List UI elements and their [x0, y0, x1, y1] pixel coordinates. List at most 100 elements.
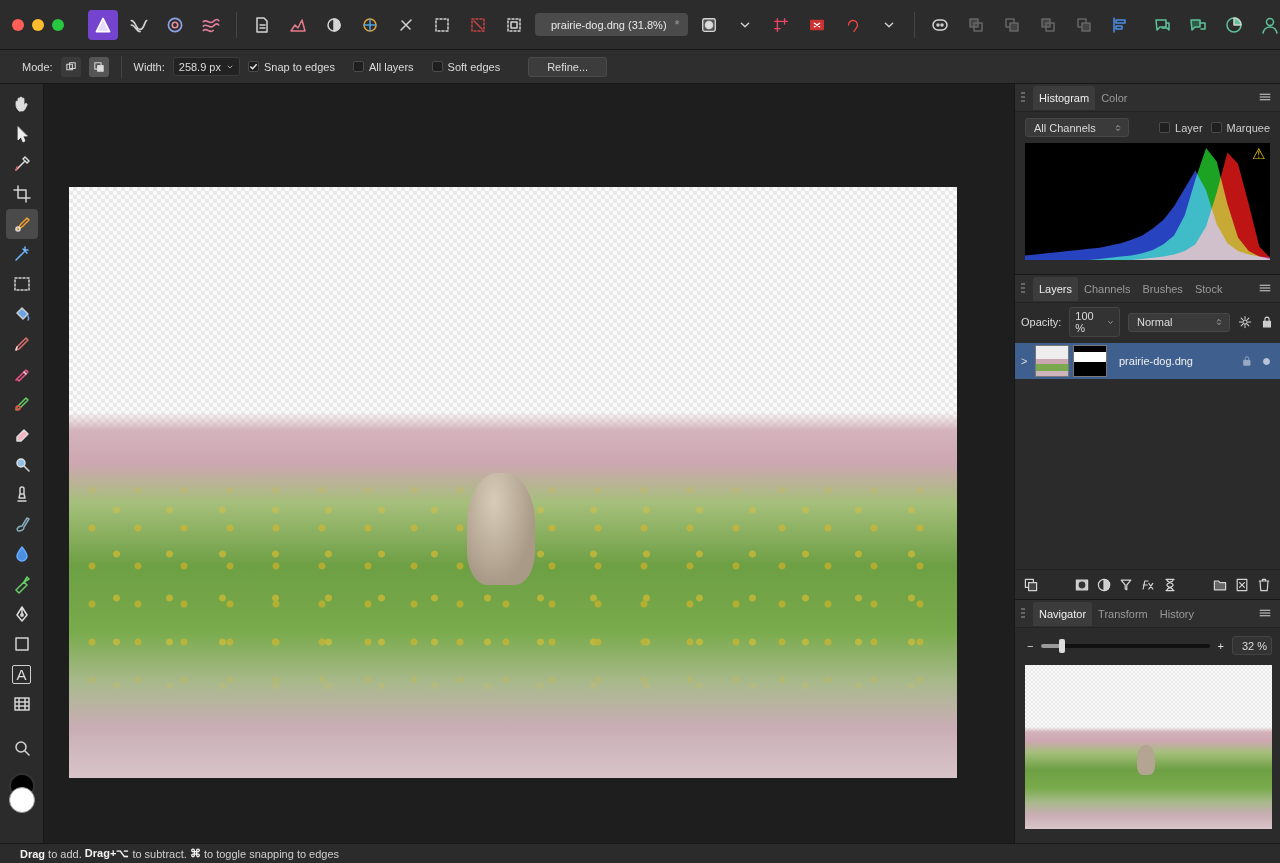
- tab-label[interactable]: Navigator: [1039, 608, 1086, 620]
- move-tool[interactable]: [6, 119, 38, 149]
- panel-tab[interactable]: Brushes: [1137, 277, 1189, 301]
- mesh-warp-tool[interactable]: [6, 689, 38, 719]
- view-mode-button[interactable]: [802, 10, 832, 40]
- checkbox[interactable]: [1159, 122, 1170, 133]
- canvas-area[interactable]: [44, 84, 1014, 843]
- dropdown-button[interactable]: [730, 10, 760, 40]
- option[interactable]: Snap to edges: [248, 61, 335, 73]
- photo-persona-button[interactable]: [88, 10, 118, 40]
- pen-tool[interactable]: [6, 599, 38, 629]
- quick-mask-button[interactable]: [694, 10, 724, 40]
- width-field[interactable]: 258.9 px: [173, 57, 240, 76]
- channel-dropdown[interactable]: All Channels: [1025, 118, 1129, 137]
- crop-tool[interactable]: [6, 179, 38, 209]
- force-pixel-button[interactable]: [838, 10, 868, 40]
- export-persona-button[interactable]: [247, 10, 277, 40]
- mask-icon[interactable]: [1074, 577, 1090, 593]
- develop-persona-button[interactable]: [160, 10, 190, 40]
- live-filter-icon[interactable]: [1118, 577, 1134, 593]
- liquify-persona-button[interactable]: [124, 10, 154, 40]
- blur-tool[interactable]: [6, 539, 38, 569]
- blend-mode-dropdown[interactable]: Normal: [1128, 313, 1230, 332]
- color-picker-tool[interactable]: [6, 149, 38, 179]
- fx-icon[interactable]: [1140, 577, 1156, 593]
- smudge-tool[interactable]: [6, 509, 38, 539]
- levels-button[interactable]: [283, 10, 313, 40]
- layer-row[interactable]: >prairie-dog.dng: [1015, 343, 1280, 379]
- zoom-field[interactable]: 32 %: [1232, 636, 1272, 655]
- checkbox[interactable]: [353, 61, 364, 72]
- panel-tab[interactable]: Color: [1095, 86, 1133, 110]
- minimize-button[interactable]: [32, 19, 44, 31]
- checkbox[interactable]: [432, 61, 443, 72]
- arrange-front-button[interactable]: [1069, 10, 1099, 40]
- panel-menu[interactable]: [1258, 606, 1272, 622]
- align-button[interactable]: [1105, 10, 1135, 40]
- opacity-value[interactable]: 100 %: [1075, 310, 1102, 334]
- tab-label[interactable]: Histogram: [1039, 92, 1089, 104]
- panel-grip[interactable]: [1021, 608, 1025, 620]
- checkbox[interactable]: [1211, 122, 1222, 133]
- navigator-preview[interactable]: [1025, 665, 1272, 829]
- close-button[interactable]: [12, 19, 24, 31]
- chat-button[interactable]: [1183, 10, 1213, 40]
- comments-button[interactable]: [1147, 10, 1177, 40]
- zoom-tool[interactable]: [6, 733, 38, 763]
- tab-label[interactable]: Brushes: [1143, 283, 1183, 295]
- histogram-option[interactable]: Layer: [1159, 122, 1203, 134]
- tab-label[interactable]: Stock: [1195, 283, 1223, 295]
- text-tool[interactable]: A: [6, 659, 38, 689]
- selection-brush-tool[interactable]: [6, 209, 38, 239]
- option-label[interactable]: All layers: [369, 61, 414, 73]
- clone-tool[interactable]: [6, 479, 38, 509]
- invert-selection-button[interactable]: [499, 10, 529, 40]
- account-button[interactable]: [1255, 10, 1280, 40]
- color-swatches[interactable]: [5, 771, 39, 815]
- auto-contrast-button[interactable]: [319, 10, 349, 40]
- assistant-button[interactable]: [925, 10, 955, 40]
- hamburger-icon[interactable]: [1258, 90, 1272, 104]
- tab-label[interactable]: Channels: [1084, 283, 1130, 295]
- zoom-slider-knob[interactable]: [1059, 639, 1065, 653]
- histogram-option[interactable]: Marquee: [1211, 122, 1270, 134]
- hourglass-icon[interactable]: [1162, 577, 1178, 593]
- panel-tab[interactable]: Navigator: [1033, 602, 1092, 626]
- option-label[interactable]: Layer: [1175, 122, 1203, 134]
- tab-label[interactable]: Layers: [1039, 283, 1072, 295]
- arrange-forward-button[interactable]: [1033, 10, 1063, 40]
- snapping-button[interactable]: [766, 10, 796, 40]
- panel-tab[interactable]: Channels: [1078, 277, 1136, 301]
- flood-select-tool[interactable]: [6, 239, 38, 269]
- opacity-field[interactable]: 100 %: [1069, 307, 1120, 337]
- hamburger-icon[interactable]: [1258, 606, 1272, 620]
- hand-tool[interactable]: [6, 89, 38, 119]
- panel-tab[interactable]: Transform: [1092, 602, 1154, 626]
- arrange-backward-button[interactable]: [997, 10, 1027, 40]
- document-title[interactable]: prairie-dog.dng (31.8%): [551, 19, 667, 31]
- checkbox[interactable]: [248, 61, 259, 72]
- zoom-in-button[interactable]: +: [1218, 640, 1224, 652]
- panel-menu[interactable]: [1258, 90, 1272, 106]
- deselect-button[interactable]: [463, 10, 493, 40]
- blend-mode-value[interactable]: Normal: [1137, 316, 1172, 328]
- arrange-back-button[interactable]: [961, 10, 991, 40]
- panel-tab[interactable]: Histogram: [1033, 86, 1095, 110]
- chevron-down-icon[interactable]: [225, 62, 235, 72]
- panel-tab[interactable]: Layers: [1033, 277, 1078, 301]
- paint-brush-tool[interactable]: [6, 329, 38, 359]
- panel-menu[interactable]: [1258, 281, 1272, 297]
- tab-label[interactable]: History: [1160, 608, 1194, 620]
- secondary-color[interactable]: [9, 787, 35, 813]
- auto-white-balance-button[interactable]: [391, 10, 421, 40]
- option-label[interactable]: Snap to edges: [264, 61, 335, 73]
- adjustment-icon[interactable]: [1096, 577, 1112, 593]
- chevron-down-icon[interactable]: [1106, 318, 1115, 327]
- tone-mapping-persona-button[interactable]: [196, 10, 226, 40]
- tab-label[interactable]: Transform: [1098, 608, 1148, 620]
- flood-fill-tool[interactable]: [6, 299, 38, 329]
- hamburger-icon[interactable]: [1258, 281, 1272, 295]
- dodge-tool[interactable]: [6, 449, 38, 479]
- gear-icon[interactable]: [1238, 315, 1252, 329]
- channel-value[interactable]: All Channels: [1034, 122, 1096, 134]
- refine-button[interactable]: Refine...: [528, 57, 607, 77]
